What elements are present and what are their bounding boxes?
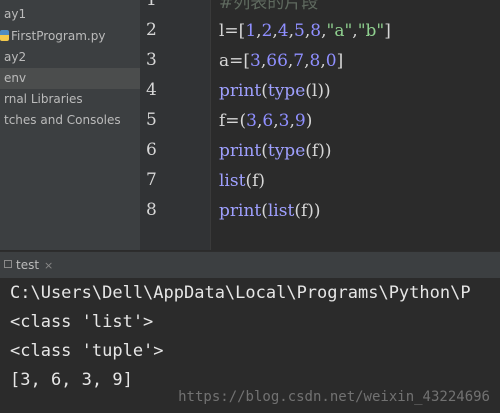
code-line[interactable]: a=[3,66,7,8,0]	[219, 46, 343, 76]
console-line: <class 'list'>	[10, 312, 154, 332]
tree-item-label: tches and Consoles	[4, 113, 121, 127]
run-toolwindow-header: test ×	[0, 251, 500, 278]
tree-item-label: FirstProgram.py	[11, 29, 106, 43]
tree-item-label: ay1	[4, 7, 27, 21]
tree-item-label: rnal Libraries	[4, 92, 83, 106]
console-line: [3, 6, 3, 9]	[10, 370, 133, 390]
code-line[interactable]: print(type(f))	[219, 136, 331, 166]
editor-gutter: 1 2 3 4 5 6 7 8	[140, 0, 211, 250]
tree-item-label: env	[4, 71, 27, 85]
close-icon[interactable]: ×	[44, 259, 53, 272]
code-line[interactable]: print(type(l))	[219, 76, 331, 106]
project-sidebar: ay1 FirstProgram.py ay2 env rnal Librari…	[0, 0, 140, 250]
code-editor[interactable]: #列表的片段 l=[1,2,4,5,8,"a","b"] a=[3,66,7,8…	[211, 0, 500, 250]
code-line[interactable]: f=(3,6,3,9)	[219, 106, 312, 136]
code-line[interactable]: print(list(f))	[219, 196, 321, 226]
tree-item-label: ay2	[4, 50, 27, 64]
tree-item-folder-day1[interactable]: ay1	[0, 4, 140, 25]
console-line: <class 'tuple'>	[10, 341, 164, 361]
console-line: C:\Users\Dell\AppData\Local\Programs\Pyt…	[10, 283, 471, 303]
tab-label: test	[16, 258, 40, 272]
run-console[interactable]: C:\Users\Dell\AppData\Local\Programs\Pyt…	[0, 278, 500, 413]
code-line[interactable]: list(f)	[219, 166, 265, 196]
tree-item-scratches-and-consoles[interactable]: tches and Consoles	[0, 110, 140, 131]
tree-item-external-libraries[interactable]: rnal Libraries	[0, 89, 140, 110]
tree-item-venv[interactable]: env	[0, 68, 140, 89]
python-file-icon	[0, 30, 9, 41]
tree-item-firstprogram-py[interactable]: FirstProgram.py	[0, 26, 140, 47]
tree-item-folder-day2[interactable]: ay2	[0, 47, 140, 68]
tab-run-test[interactable]: test ×	[0, 252, 59, 278]
code-line[interactable]: l=[1,2,4,5,8,"a","b"]	[219, 16, 391, 46]
run-config-icon	[4, 260, 12, 268]
watermark: https://blog.csdn.net/weixin_43224696	[178, 389, 490, 405]
